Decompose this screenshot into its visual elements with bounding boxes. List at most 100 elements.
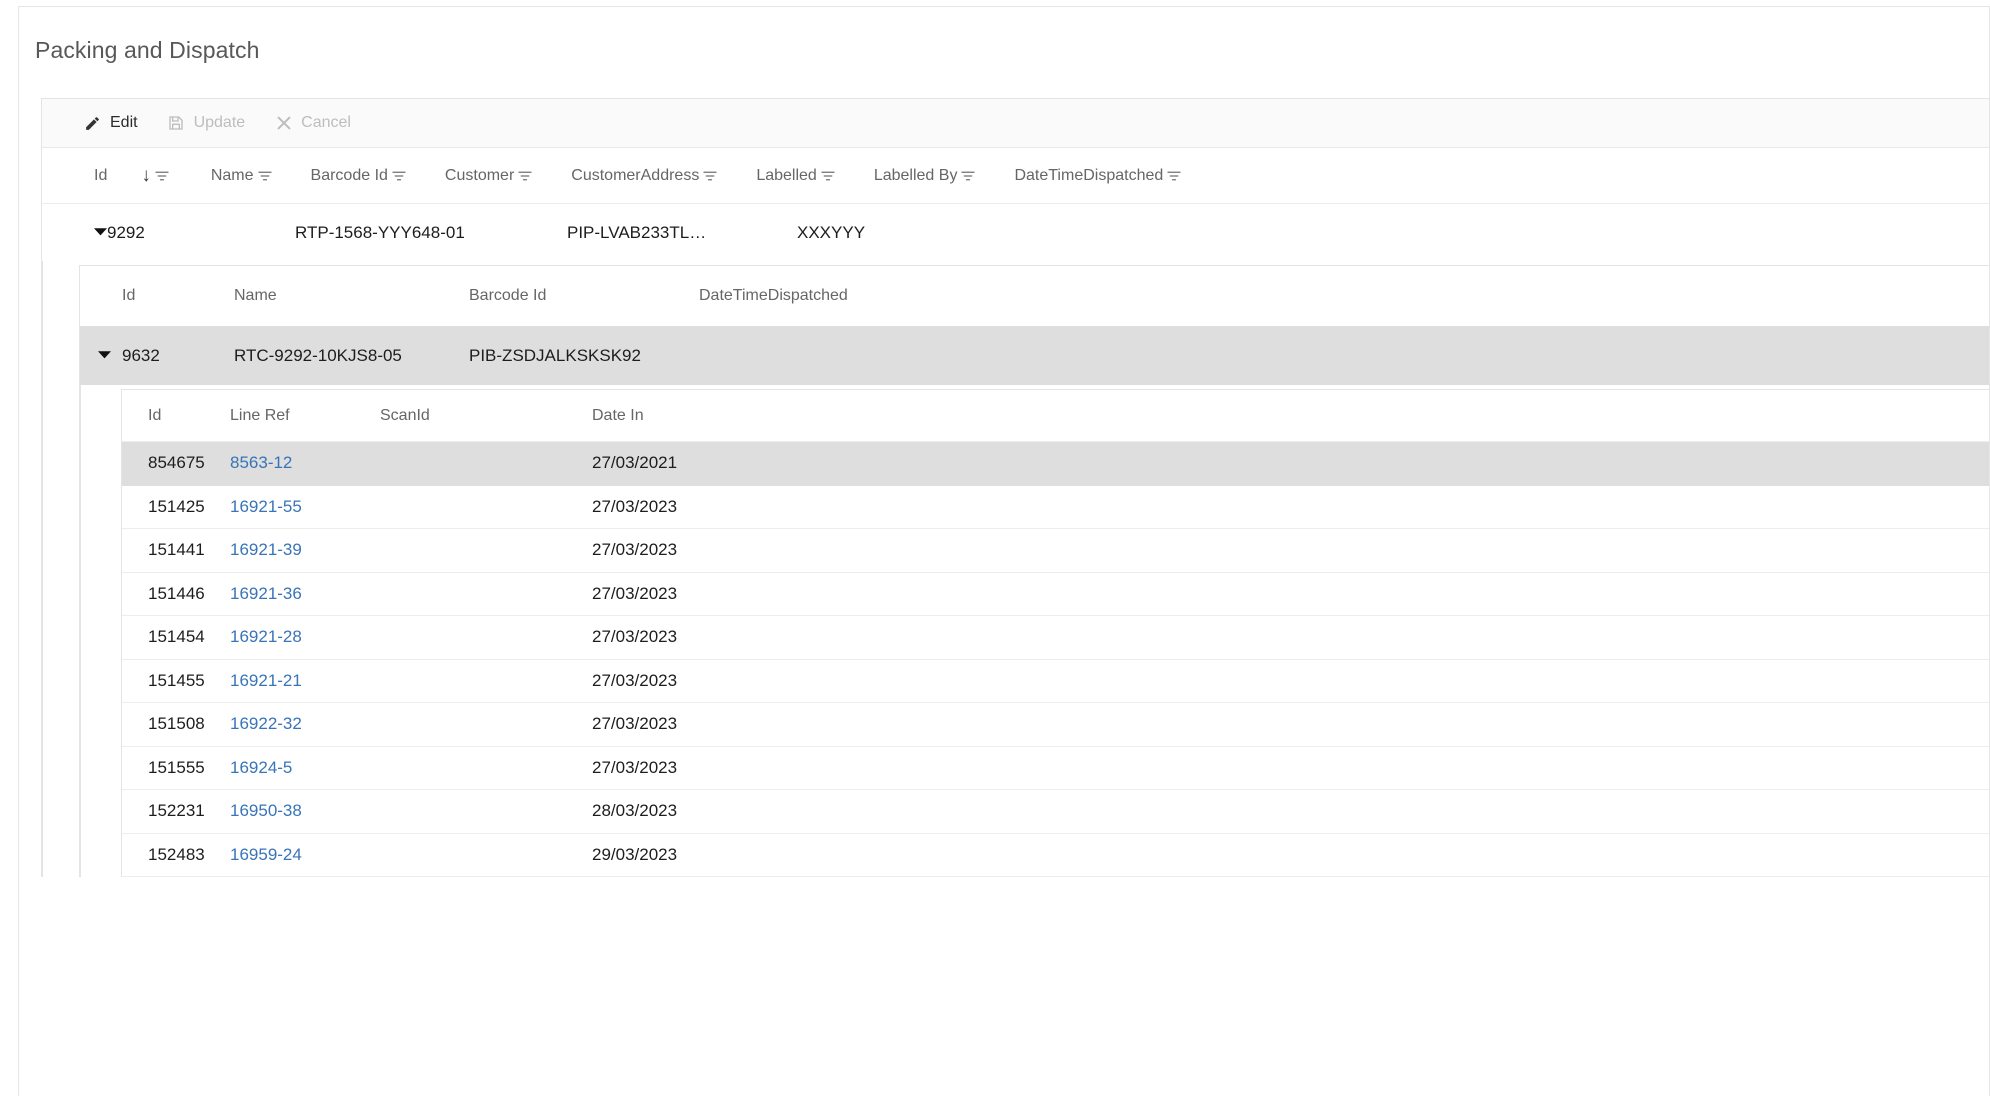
cell-id: 854675 <box>148 453 205 473</box>
table-row[interactable]: 152483 16959-24 29/03/2023 <box>122 833 1989 877</box>
sort-descending-icon[interactable]: ↓ <box>141 166 151 185</box>
page-card: Packing and Dispatch Edit Update Cancel … <box>18 6 1990 1096</box>
table-row[interactable]: 151555 16924-5 27/03/2023 <box>122 746 1989 790</box>
filter-icon-labelled-wrap[interactable] <box>817 148 874 203</box>
line-ref-link[interactable]: 16924-5 <box>230 758 292 777</box>
cell-id: 151508 <box>148 714 205 734</box>
line-ref-link[interactable]: 16959-24 <box>230 845 302 864</box>
update-button[interactable]: Update <box>154 108 260 138</box>
line-ref-link[interactable]: 16921-28 <box>230 627 302 646</box>
table-row[interactable]: 151441 16921-39 27/03/2023 <box>122 529 1989 573</box>
cell-id: 9632 <box>122 345 160 365</box>
level2-column-header-barcode-id[interactable]: Barcode Id <box>469 287 699 305</box>
filter-icon[interactable] <box>699 165 721 187</box>
line-ref-link[interactable]: 16921-39 <box>230 540 302 559</box>
level1-header-row: Id ↓ Name Barcode Id Customer CustomerAd… <box>42 148 1989 204</box>
table-row[interactable]: 151508 16922-32 27/03/2023 <box>122 703 1989 747</box>
cell-customer: XXXYYY <box>797 222 866 242</box>
cell-line-ref: 8563-12 <box>230 453 380 473</box>
cell-date-in: 27/03/2023 <box>592 540 678 560</box>
cell-date-in: 27/03/2023 <box>592 670 678 690</box>
column-header-labelled-by[interactable]: Labelled By <box>874 148 958 203</box>
column-header-labelled-by-label: Labelled By <box>873 166 958 184</box>
table-row[interactable]: 9292 RTP-1568-YYY648-01 PIP-LVAB233TL… X… <box>42 204 1989 261</box>
level2-column-header-id[interactable]: Id <box>122 287 234 305</box>
cell-id: 151555 <box>148 757 205 777</box>
table-row[interactable]: 9632 RTC-9292-10KJS8-05 PIB-ZSDJALKSKSK9… <box>80 326 1989 385</box>
filter-icon-date-time-dispatched-wrap[interactable] <box>1163 148 1220 203</box>
filter-icon[interactable] <box>817 165 839 187</box>
filter-icon-labelled-by-wrap[interactable] <box>957 148 1014 203</box>
expand-collapse-cell[interactable] <box>80 346 122 366</box>
cancel-button-label: Cancel <box>301 114 351 131</box>
level3-column-header-id[interactable]: Id <box>122 407 230 425</box>
grid-toolbar: Edit Update Cancel <box>42 99 1989 148</box>
line-ref-link[interactable]: 16922-32 <box>230 714 302 733</box>
level3-grid: Id Line Ref ScanId Date In 854675 8563-12… <box>121 389 1989 877</box>
packing-dispatch-grid: Edit Update Cancel Id ↓ Name Barcode Id … <box>41 98 1989 877</box>
column-header-date-time-dispatched[interactable]: DateTimeDispatched <box>1014 148 1163 203</box>
filter-icon[interactable] <box>254 165 276 187</box>
cell-barcode-id: PIB-ZSDJALKSKSK92 <box>469 345 641 365</box>
column-header-id[interactable]: Id ↓ <box>94 148 151 203</box>
cell-date-in: 28/03/2023 <box>592 801 678 821</box>
level3-detail-container: Id Line Ref ScanId Date In 854675 8563-12… <box>80 385 1989 877</box>
level2-column-header-name[interactable]: Name <box>234 287 469 305</box>
table-row[interactable]: 151446 16921-36 27/03/2023 <box>122 572 1989 616</box>
save-icon <box>168 115 185 132</box>
column-header-name[interactable]: Name <box>211 148 254 203</box>
cell-line-ref: 16921-55 <box>230 497 380 517</box>
column-header-customer-address[interactable]: CustomerAddress <box>571 148 699 203</box>
table-row[interactable]: 151455 16921-21 27/03/2023 <box>122 659 1989 703</box>
line-ref-link[interactable]: 16921-36 <box>230 584 302 603</box>
table-row[interactable]: 152231 16950-38 28/03/2023 <box>122 790 1989 834</box>
filter-icon-customer-address-wrap[interactable] <box>699 148 756 203</box>
line-ref-link[interactable]: 16950-38 <box>230 801 302 820</box>
line-ref-link[interactable]: 16921-21 <box>230 671 302 690</box>
level2-column-header-date-time-dispatched[interactable]: DateTimeDispatched <box>699 287 1099 305</box>
filter-icon-barcode-id-wrap[interactable] <box>388 148 445 203</box>
table-row[interactable]: 151425 16921-55 27/03/2023 <box>122 485 1989 529</box>
chevron-down-icon[interactable] <box>98 348 111 361</box>
cell-id: 9292 <box>107 222 145 242</box>
column-header-customer-address-label: CustomerAddress <box>571 166 700 184</box>
filter-icon-name-wrap[interactable] <box>254 148 311 203</box>
filter-icon-id-wrap[interactable] <box>151 148 211 203</box>
column-header-id-label: Id <box>94 166 108 184</box>
filter-icon[interactable] <box>514 165 536 187</box>
column-header-labelled[interactable]: Labelled <box>756 148 817 203</box>
column-header-barcode-id-label: Barcode Id <box>310 166 388 184</box>
cell-id: 151446 <box>148 583 205 603</box>
chevron-down-icon[interactable] <box>94 225 107 238</box>
cancel-button[interactable]: Cancel <box>261 108 365 138</box>
cell-barcode-id: PIP-LVAB233TL… <box>567 222 707 242</box>
level2-header-row: Id Name Barcode Id DateTimeDispatched <box>80 266 1989 326</box>
cell-date-in: 27/03/2023 <box>592 496 678 516</box>
filter-icon[interactable] <box>957 165 979 187</box>
filter-icon[interactable] <box>1163 165 1185 187</box>
cell-line-ref: 16921-28 <box>230 627 380 647</box>
level2-grid: Id Name Barcode Id DateTimeDispatched 96… <box>79 265 1989 877</box>
column-header-customer[interactable]: Customer <box>445 148 514 203</box>
level3-column-header-date-in[interactable]: Date In <box>592 407 992 425</box>
table-row[interactable]: 854675 8563-12 27/03/2021 <box>122 442 1989 486</box>
table-row[interactable]: 151454 16921-28 27/03/2023 <box>122 616 1989 660</box>
expand-collapse-cell[interactable] <box>42 223 107 243</box>
cell-id: 152483 <box>148 844 205 864</box>
level3-column-header-line-ref[interactable]: Line Ref <box>230 407 380 425</box>
column-header-barcode-id[interactable]: Barcode Id <box>311 148 388 203</box>
line-ref-link[interactable]: 8563-12 <box>230 453 292 472</box>
filter-icon[interactable] <box>388 165 410 187</box>
cell-line-ref: 16921-39 <box>230 540 380 560</box>
line-ref-link[interactable]: 16921-55 <box>230 497 302 516</box>
cell-line-ref: 16921-21 <box>230 671 380 691</box>
filter-icon[interactable] <box>151 165 173 187</box>
level3-column-header-scan-id[interactable]: ScanId <box>380 407 592 425</box>
cell-id: 151454 <box>148 627 205 647</box>
cell-line-ref: 16950-38 <box>230 801 380 821</box>
filter-icon-customer-wrap[interactable] <box>514 148 571 203</box>
edit-button[interactable]: Edit <box>70 108 152 138</box>
column-header-date-time-dispatched-label: DateTimeDispatched <box>1014 166 1164 184</box>
cell-id: 151441 <box>148 540 205 560</box>
level1-header-expand-spacer <box>42 148 94 203</box>
